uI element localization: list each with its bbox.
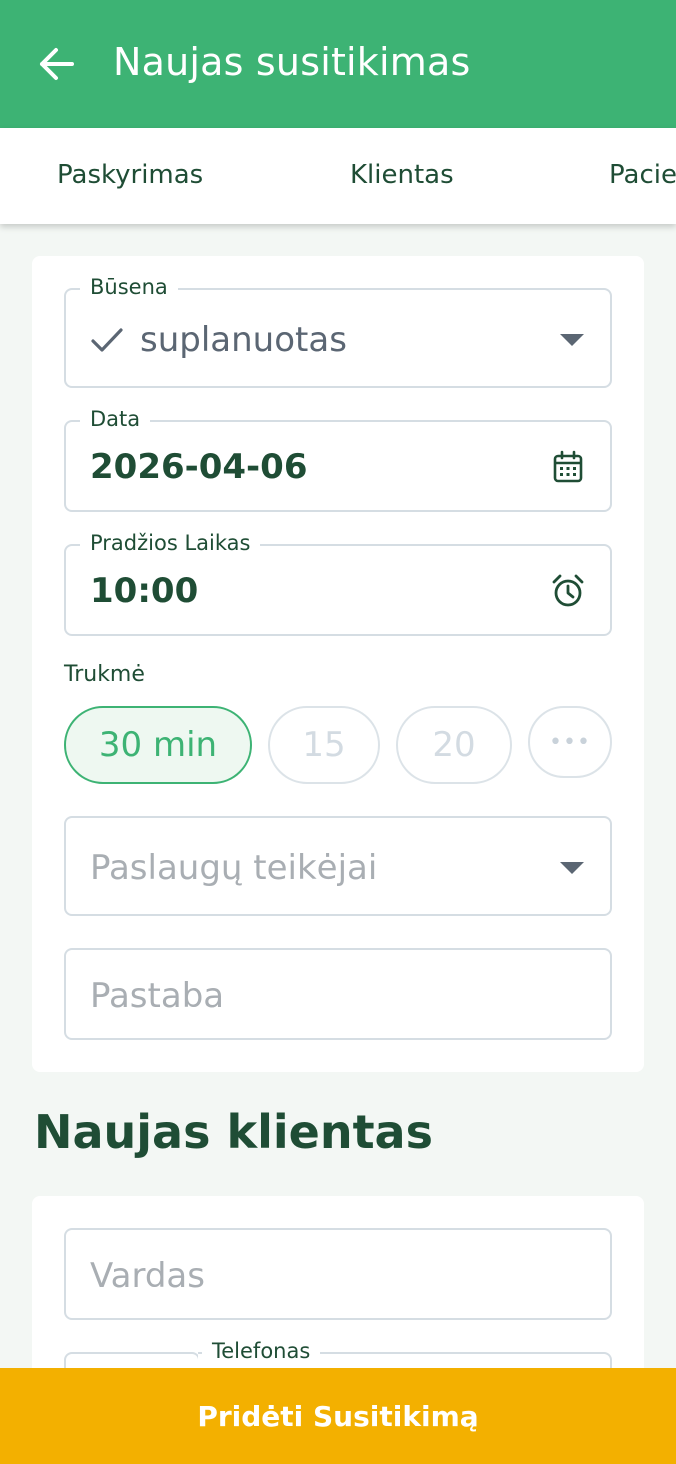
name-input[interactable]: Vardas [64, 1228, 612, 1320]
check-icon [91, 328, 123, 352]
duration-chip-15[interactable]: 15 [268, 706, 380, 784]
start-time-field[interactable]: Pradžios Laikas 10:00 [64, 530, 612, 636]
new-client-heading: Naujas klientas [34, 1105, 433, 1159]
date-label: Data [80, 406, 151, 432]
chevron-down-icon [560, 862, 584, 874]
page-title: Naujas susitikimas [113, 40, 471, 84]
tab-klientas[interactable]: Klientas [350, 160, 454, 190]
add-appointment-button[interactable]: Pridėti Susitikimą [0, 1368, 676, 1464]
providers-placeholder: Paslaugų teikėjai [90, 848, 378, 888]
providers-select[interactable]: Paslaugų teikėjai [64, 816, 612, 916]
alarm-clock-icon[interactable] [550, 573, 586, 609]
duration-label: Trukmė [64, 662, 145, 687]
more-options-icon[interactable]: ••• [528, 706, 612, 778]
tab-bar: Paskyrimas Klientas Pacie [0, 128, 676, 224]
tab-paskyrimas[interactable]: Paskyrimas [57, 160, 203, 190]
duration-chip-20[interactable]: 20 [396, 706, 512, 784]
status-label: Būsena [80, 274, 178, 300]
status-select[interactable]: Būsena suplanuotas [64, 274, 612, 388]
app-bar: Naujas susitikimas [0, 0, 676, 128]
name-placeholder: Vardas [90, 1256, 205, 1296]
start-time-value: 10:00 [90, 571, 199, 611]
note-placeholder: Pastaba [90, 976, 225, 1016]
date-value: 2026-04-06 [90, 447, 308, 487]
duration-chip-30[interactable]: 30 min [64, 706, 252, 784]
tab-pacientas[interactable]: Pacie [609, 160, 676, 190]
chevron-down-icon [560, 334, 584, 346]
phone-label: Telefonas [202, 1338, 321, 1364]
start-time-label: Pradžios Laikas [80, 530, 261, 556]
status-value: suplanuotas [140, 320, 347, 360]
back-arrow-icon[interactable] [36, 44, 76, 84]
calendar-icon[interactable] [552, 450, 584, 484]
note-input[interactable]: Pastaba [64, 948, 612, 1040]
date-field[interactable]: Data 2026-04-06 [64, 406, 612, 512]
